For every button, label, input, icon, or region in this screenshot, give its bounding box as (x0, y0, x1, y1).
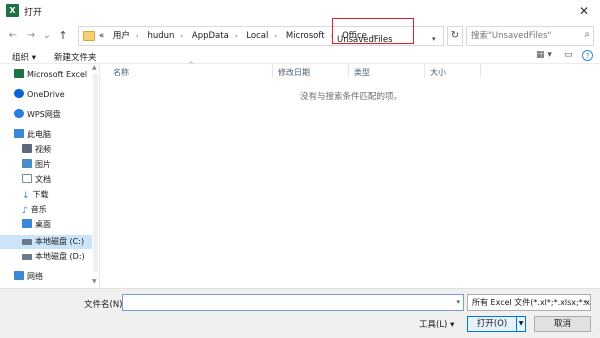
computer-icon (14, 129, 24, 138)
sidebar-item-label: 音乐 (30, 205, 47, 214)
scroll-down-icon[interactable]: ▼ (92, 278, 97, 285)
empty-results-message: 没有与搜索条件匹配的项。 (300, 92, 403, 102)
network-icon (14, 271, 24, 280)
breadcrumb-item-appdata[interactable]: AppData (192, 31, 229, 41)
sidebar-item-label: 文档 (35, 175, 51, 184)
organize-button[interactable]: 组织 ▾ (12, 51, 36, 63)
filename-field[interactable]: ▾ (122, 294, 464, 311)
sidebar-item-music[interactable]: ♪ 音乐 (0, 203, 92, 217)
cloud-icon (14, 89, 24, 98)
open-split-dropdown-icon[interactable]: ▼ (516, 316, 526, 332)
forward-arrow-icon[interactable]: → (24, 28, 38, 44)
column-header-name[interactable]: 名称 (113, 67, 129, 78)
file-type-dropdown-icon[interactable]: ▾ (583, 295, 587, 310)
picture-icon (22, 159, 32, 168)
address-row: ← → ⌄ ↑ « 用户 › hudun › AppData › Local › Mic… (0, 22, 600, 50)
back-arrow-icon[interactable]: ← (6, 28, 20, 44)
column-header-size[interactable]: 大小 (430, 67, 446, 78)
breadcrumb-overflow[interactable]: « (99, 31, 104, 41)
breadcrumb-item-microsoft[interactable]: Microsoft (286, 31, 325, 41)
sidebar-item-pictures[interactable]: 图片 (0, 158, 92, 172)
sidebar-item-label: 此电脑 (27, 130, 51, 139)
breadcrumb-item-users[interactable]: 用户 (113, 31, 130, 41)
help-icon[interactable]: ? (582, 50, 593, 61)
recent-locations-icon[interactable]: ⌄ (40, 28, 54, 44)
refresh-icon[interactable]: ↻ (447, 26, 463, 46)
column-header-type[interactable]: 类型 (354, 67, 370, 78)
sidebar-item-desktop[interactable]: 桌面 (0, 218, 92, 232)
sidebar-item-this-pc[interactable]: 此电脑 (0, 128, 92, 142)
sidebar-item-label: 桌面 (35, 220, 51, 229)
filename-label: 文件名(N): (84, 300, 126, 310)
close-icon[interactable]: ✕ (568, 0, 600, 22)
filename-dropdown-icon[interactable]: ▾ (456, 298, 460, 306)
column-divider[interactable] (480, 64, 481, 78)
music-icon: ♪ (22, 206, 28, 216)
window-title: 打开 (24, 8, 43, 18)
sidebar-item-label: 下载 (32, 190, 49, 199)
search-input[interactable] (467, 27, 577, 45)
video-icon (22, 144, 32, 153)
breadcrumb-item-local[interactable]: Local (246, 31, 268, 41)
sidebar-item-documents[interactable]: 文档 (0, 173, 92, 187)
sidebar-item-label: 本地磁盘 (D:) (35, 252, 85, 261)
sidebar-item-local-disk-d[interactable]: 本地磁盘 (D:) (0, 250, 92, 264)
open-button[interactable]: 打开(O) (467, 316, 517, 332)
cloud-icon (14, 109, 24, 118)
toolbar: 组织 ▾ 新建文件夹 ▦ ▾ ▭ ? (0, 50, 600, 64)
column-headers: 名称 ^ 修改日期 类型 大小 (102, 61, 600, 78)
excel-icon (14, 69, 24, 78)
sidebar-item-label: 图片 (35, 160, 51, 169)
view-options-icon[interactable]: ▦ ▾ (536, 50, 552, 60)
column-divider[interactable] (272, 64, 273, 78)
column-header-modified[interactable]: 修改日期 (278, 67, 310, 78)
sidebar-item-microsoft-excel[interactable]: Microsoft Excel (0, 68, 92, 82)
breadcrumb-item-hudun[interactable]: hudun (147, 31, 174, 41)
document-icon (22, 174, 32, 183)
preview-pane-icon[interactable]: ▭ (564, 50, 573, 60)
column-divider[interactable] (424, 64, 425, 78)
sidebar-item-videos[interactable]: 视频 (0, 143, 92, 157)
breadcrumb-separator-icon[interactable]: › (235, 32, 238, 40)
sidebar-item-label: 视频 (35, 145, 51, 154)
column-divider[interactable] (348, 64, 349, 78)
folder-icon (83, 31, 95, 41)
tools-button[interactable]: 工具(L) ▾ (419, 318, 454, 330)
search-box[interactable]: ⌕ (466, 26, 594, 46)
scroll-up-icon[interactable]: ▲ (92, 64, 97, 71)
search-icon[interactable]: ⌕ (584, 29, 590, 40)
sidebar-item-onedrive[interactable]: OneDrive (0, 88, 92, 102)
sidebar-item-local-disk-c[interactable]: 本地磁盘 (C:) (0, 235, 92, 249)
drive-icon (22, 254, 32, 260)
drive-icon (22, 239, 32, 245)
file-type-value: 所有 Excel 文件(*.xl*;*.xlsx;*.xl (472, 298, 591, 307)
sidebar-scrollbar[interactable] (93, 74, 98, 272)
file-type-select[interactable]: 所有 Excel 文件(*.xl*;*.xlsx;*.xl ▾ (467, 294, 591, 311)
highlight-box (332, 18, 414, 44)
breadcrumb-separator-icon[interactable]: › (180, 32, 183, 40)
address-dropdown-icon[interactable]: ▾ (432, 35, 436, 43)
desktop-icon (22, 219, 32, 228)
sidebar-item-downloads[interactable]: ↓ 下载 (0, 188, 92, 202)
title-bar: X 打开 ✕ (0, 0, 600, 22)
sidebar-item-label: OneDrive (27, 90, 65, 99)
cancel-button[interactable]: 取消 (534, 316, 591, 332)
sidebar-item-label: 网络 (27, 272, 43, 281)
excel-app-icon: X (6, 4, 19, 17)
dialog-footer: 文件名(N): ▾ 所有 Excel 文件(*.xl*;*.xlsx;*.xl … (0, 288, 600, 338)
sidebar-item-wps-drive[interactable]: WPS网盘 (0, 108, 92, 122)
new-folder-button[interactable]: 新建文件夹 (54, 51, 97, 63)
sidebar-item-label: 本地磁盘 (C:) (35, 237, 85, 246)
download-icon: ↓ (22, 191, 30, 201)
sidebar-item-network[interactable]: 网络 (0, 270, 92, 284)
navigation-pane: Microsoft Excel OneDrive WPS网盘 此电脑 视频 图片… (0, 64, 100, 288)
sort-ascending-icon: ^ (188, 61, 194, 69)
sidebar-item-label: Microsoft Excel (27, 70, 88, 79)
up-arrow-icon[interactable]: ↑ (56, 28, 70, 44)
sidebar-item-label: WPS网盘 (27, 110, 61, 119)
breadcrumb-separator-icon[interactable]: › (136, 32, 139, 40)
resize-grip-icon[interactable]: ⋰ (592, 329, 598, 336)
breadcrumb-separator-icon[interactable]: › (274, 32, 277, 40)
